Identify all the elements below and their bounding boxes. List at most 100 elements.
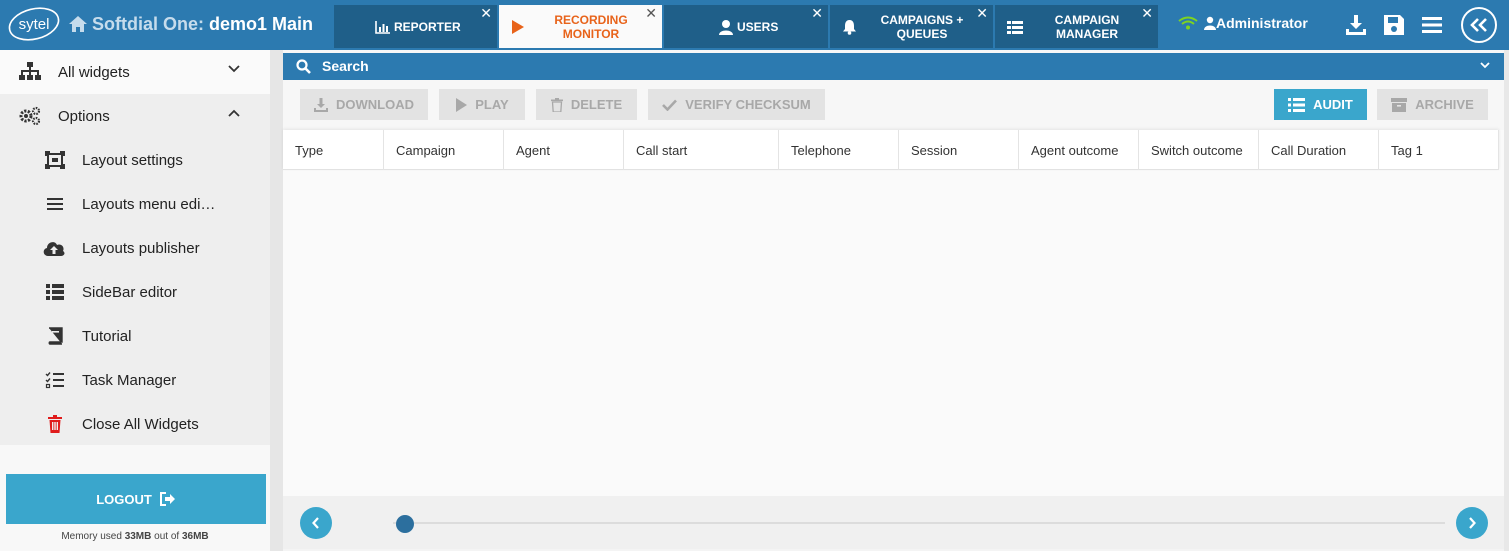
tab-label: RECORDING MONITOR	[554, 12, 628, 41]
column-header-agent-outcome[interactable]: Agent outcome	[1019, 130, 1139, 170]
pager-slider-handle[interactable]	[396, 515, 414, 533]
archive-button[interactable]: ARCHIVE	[1377, 89, 1488, 120]
sidebar-section-label: Options	[58, 107, 110, 125]
play-button[interactable]: PLAY	[439, 89, 525, 120]
book-icon	[48, 327, 63, 345]
audit-button[interactable]: AUDIT	[1274, 89, 1367, 120]
chevron-right-icon	[1469, 517, 1476, 529]
sidebar-item-label: Close All Widgets	[82, 415, 199, 433]
close-icon[interactable]: ✕	[645, 6, 657, 20]
column-header-campaign[interactable]: Campaign	[384, 130, 504, 170]
sidebar-item-task-manager[interactable]: Task Manager	[0, 358, 270, 402]
sidebar-item-sidebar-editor[interactable]: SideBar editor	[0, 270, 270, 314]
sitemap-icon	[19, 62, 41, 80]
table-header: Type Campaign Agent Call start Telephone…	[283, 130, 1499, 170]
sidebar-item-layout-settings[interactable]: Layout settings	[0, 138, 270, 182]
download-icon	[314, 97, 328, 112]
logout-label: LOGOUT	[96, 491, 152, 507]
column-header-tag-1[interactable]: Tag 1	[1379, 130, 1499, 170]
user-menu[interactable]: Administrator	[1178, 15, 1308, 31]
download-button[interactable]: DOWNLOAD	[300, 89, 428, 120]
chevron-down-icon	[1480, 62, 1490, 69]
chevron-up-icon	[228, 109, 240, 117]
bar-chart-icon	[375, 21, 390, 34]
list-icon	[46, 284, 64, 300]
layout-settings-icon	[45, 151, 65, 169]
collapse-panel-button[interactable]	[1461, 7, 1497, 43]
tab-reporter[interactable]: REPORTER ✕	[334, 5, 497, 48]
close-icon[interactable]: ✕	[480, 6, 492, 20]
bell-icon	[843, 20, 856, 35]
grid-list-icon	[1007, 21, 1023, 34]
pager-slider-track[interactable]	[393, 522, 1445, 524]
widget-resize-edge[interactable]	[1504, 50, 1509, 551]
tab-label: CAMPAIGNS + QUEUES	[880, 12, 964, 41]
chevron-down-icon	[228, 65, 240, 73]
verify-checksum-button[interactable]: VERIFY CHECKSUM	[648, 89, 825, 120]
search-panel-header[interactable]: Search	[283, 53, 1504, 80]
download-icon[interactable]	[1344, 13, 1368, 37]
tab-label: REPORTER	[394, 19, 461, 34]
sidebar-item-label: Layouts menu edi…	[82, 195, 216, 213]
column-header-call-start[interactable]: Call start	[624, 130, 779, 170]
next-page-button[interactable]	[1456, 507, 1488, 539]
close-icon[interactable]: ✕	[811, 6, 823, 20]
user-admin-icon	[1204, 16, 1216, 30]
chevron-left-icon	[312, 517, 319, 529]
sidebar-item-layouts-menu-editor[interactable]: Layouts menu edi…	[0, 182, 270, 226]
sidebar-item-label: Layout settings	[82, 151, 183, 169]
app-title: Softdial One: demo1 Main	[92, 14, 313, 35]
sidebar-item-label: Task Manager	[82, 371, 177, 389]
play-icon	[456, 97, 468, 112]
checkmark-icon	[662, 99, 678, 111]
home-icon[interactable]	[68, 14, 88, 34]
sidebar-section-all-widgets[interactable]: All widgets	[0, 50, 270, 94]
cloud-upload-icon	[43, 242, 65, 256]
column-header-switch-outcome[interactable]: Switch outcome	[1139, 130, 1259, 170]
tab-campaign-manager[interactable]: CAMPAIGN MANAGER ✕	[995, 5, 1158, 48]
hamburger-menu-icon[interactable]	[1420, 13, 1444, 37]
tab-label: USERS	[737, 19, 779, 34]
close-icon[interactable]: ✕	[976, 6, 988, 20]
sidebar-item-label: Tutorial	[82, 327, 132, 345]
sidebar-item-tutorial[interactable]: Tutorial	[0, 314, 270, 358]
logout-button[interactable]: LOGOUT	[6, 474, 266, 524]
menu-lines-icon	[47, 198, 63, 210]
memory-usage: Memory used 33MB out of 36MB	[61, 531, 209, 542]
list-icon	[1288, 97, 1306, 112]
search-label: Search	[322, 58, 369, 74]
tab-users[interactable]: USERS ✕	[664, 5, 828, 48]
previous-page-button[interactable]	[300, 507, 332, 539]
sidebar-item-close-all-widgets[interactable]: Close All Widgets	[0, 402, 270, 446]
sidebar-item-label: Layouts publisher	[82, 239, 200, 257]
delete-button[interactable]: DELETE	[536, 89, 637, 120]
sidebar-section-options[interactable]: Options	[0, 94, 270, 138]
task-list-icon	[45, 372, 64, 389]
wifi-icon	[1178, 16, 1198, 30]
sidebar-item-layouts-publisher[interactable]: Layouts publisher	[0, 226, 270, 270]
brand-name: Softdial One:	[92, 14, 204, 34]
column-header-call-duration[interactable]: Call Duration	[1259, 130, 1379, 170]
search-icon	[296, 59, 311, 74]
tab-recording-monitor[interactable]: RECORDING MONITOR ✕	[499, 5, 662, 48]
sidebar-resize-handle[interactable]	[270, 50, 283, 551]
recording-monitor-widget: Search DOWNLOAD PLAY DELETE VERIFY CHECK…	[283, 50, 1504, 549]
trash-icon	[550, 97, 563, 112]
tab-campaigns-queues[interactable]: CAMPAIGNS + QUEUES ✕	[830, 5, 993, 48]
sidebar: All widgets Options Layout settings Layo…	[0, 50, 270, 551]
column-header-type[interactable]: Type	[283, 130, 384, 170]
svg-text:sytel: sytel	[19, 16, 50, 33]
column-header-telephone[interactable]: Telephone	[779, 130, 899, 170]
sidebar-item-label: SideBar editor	[82, 283, 178, 301]
sytel-logo: sytel	[8, 7, 60, 41]
user-icon	[719, 20, 733, 35]
cogs-icon	[19, 106, 41, 126]
column-header-session[interactable]: Session	[899, 130, 1019, 170]
close-icon[interactable]: ✕	[1141, 6, 1153, 20]
sidebar-section-label: All widgets	[58, 63, 130, 81]
column-header-agent[interactable]: Agent	[504, 130, 624, 170]
toolbar: DOWNLOAD PLAY DELETE VERIFY CHECKSUM AUD…	[283, 80, 1504, 130]
user-name: Administrator	[1216, 15, 1308, 31]
sign-out-icon	[159, 492, 175, 506]
save-icon[interactable]	[1382, 13, 1406, 37]
